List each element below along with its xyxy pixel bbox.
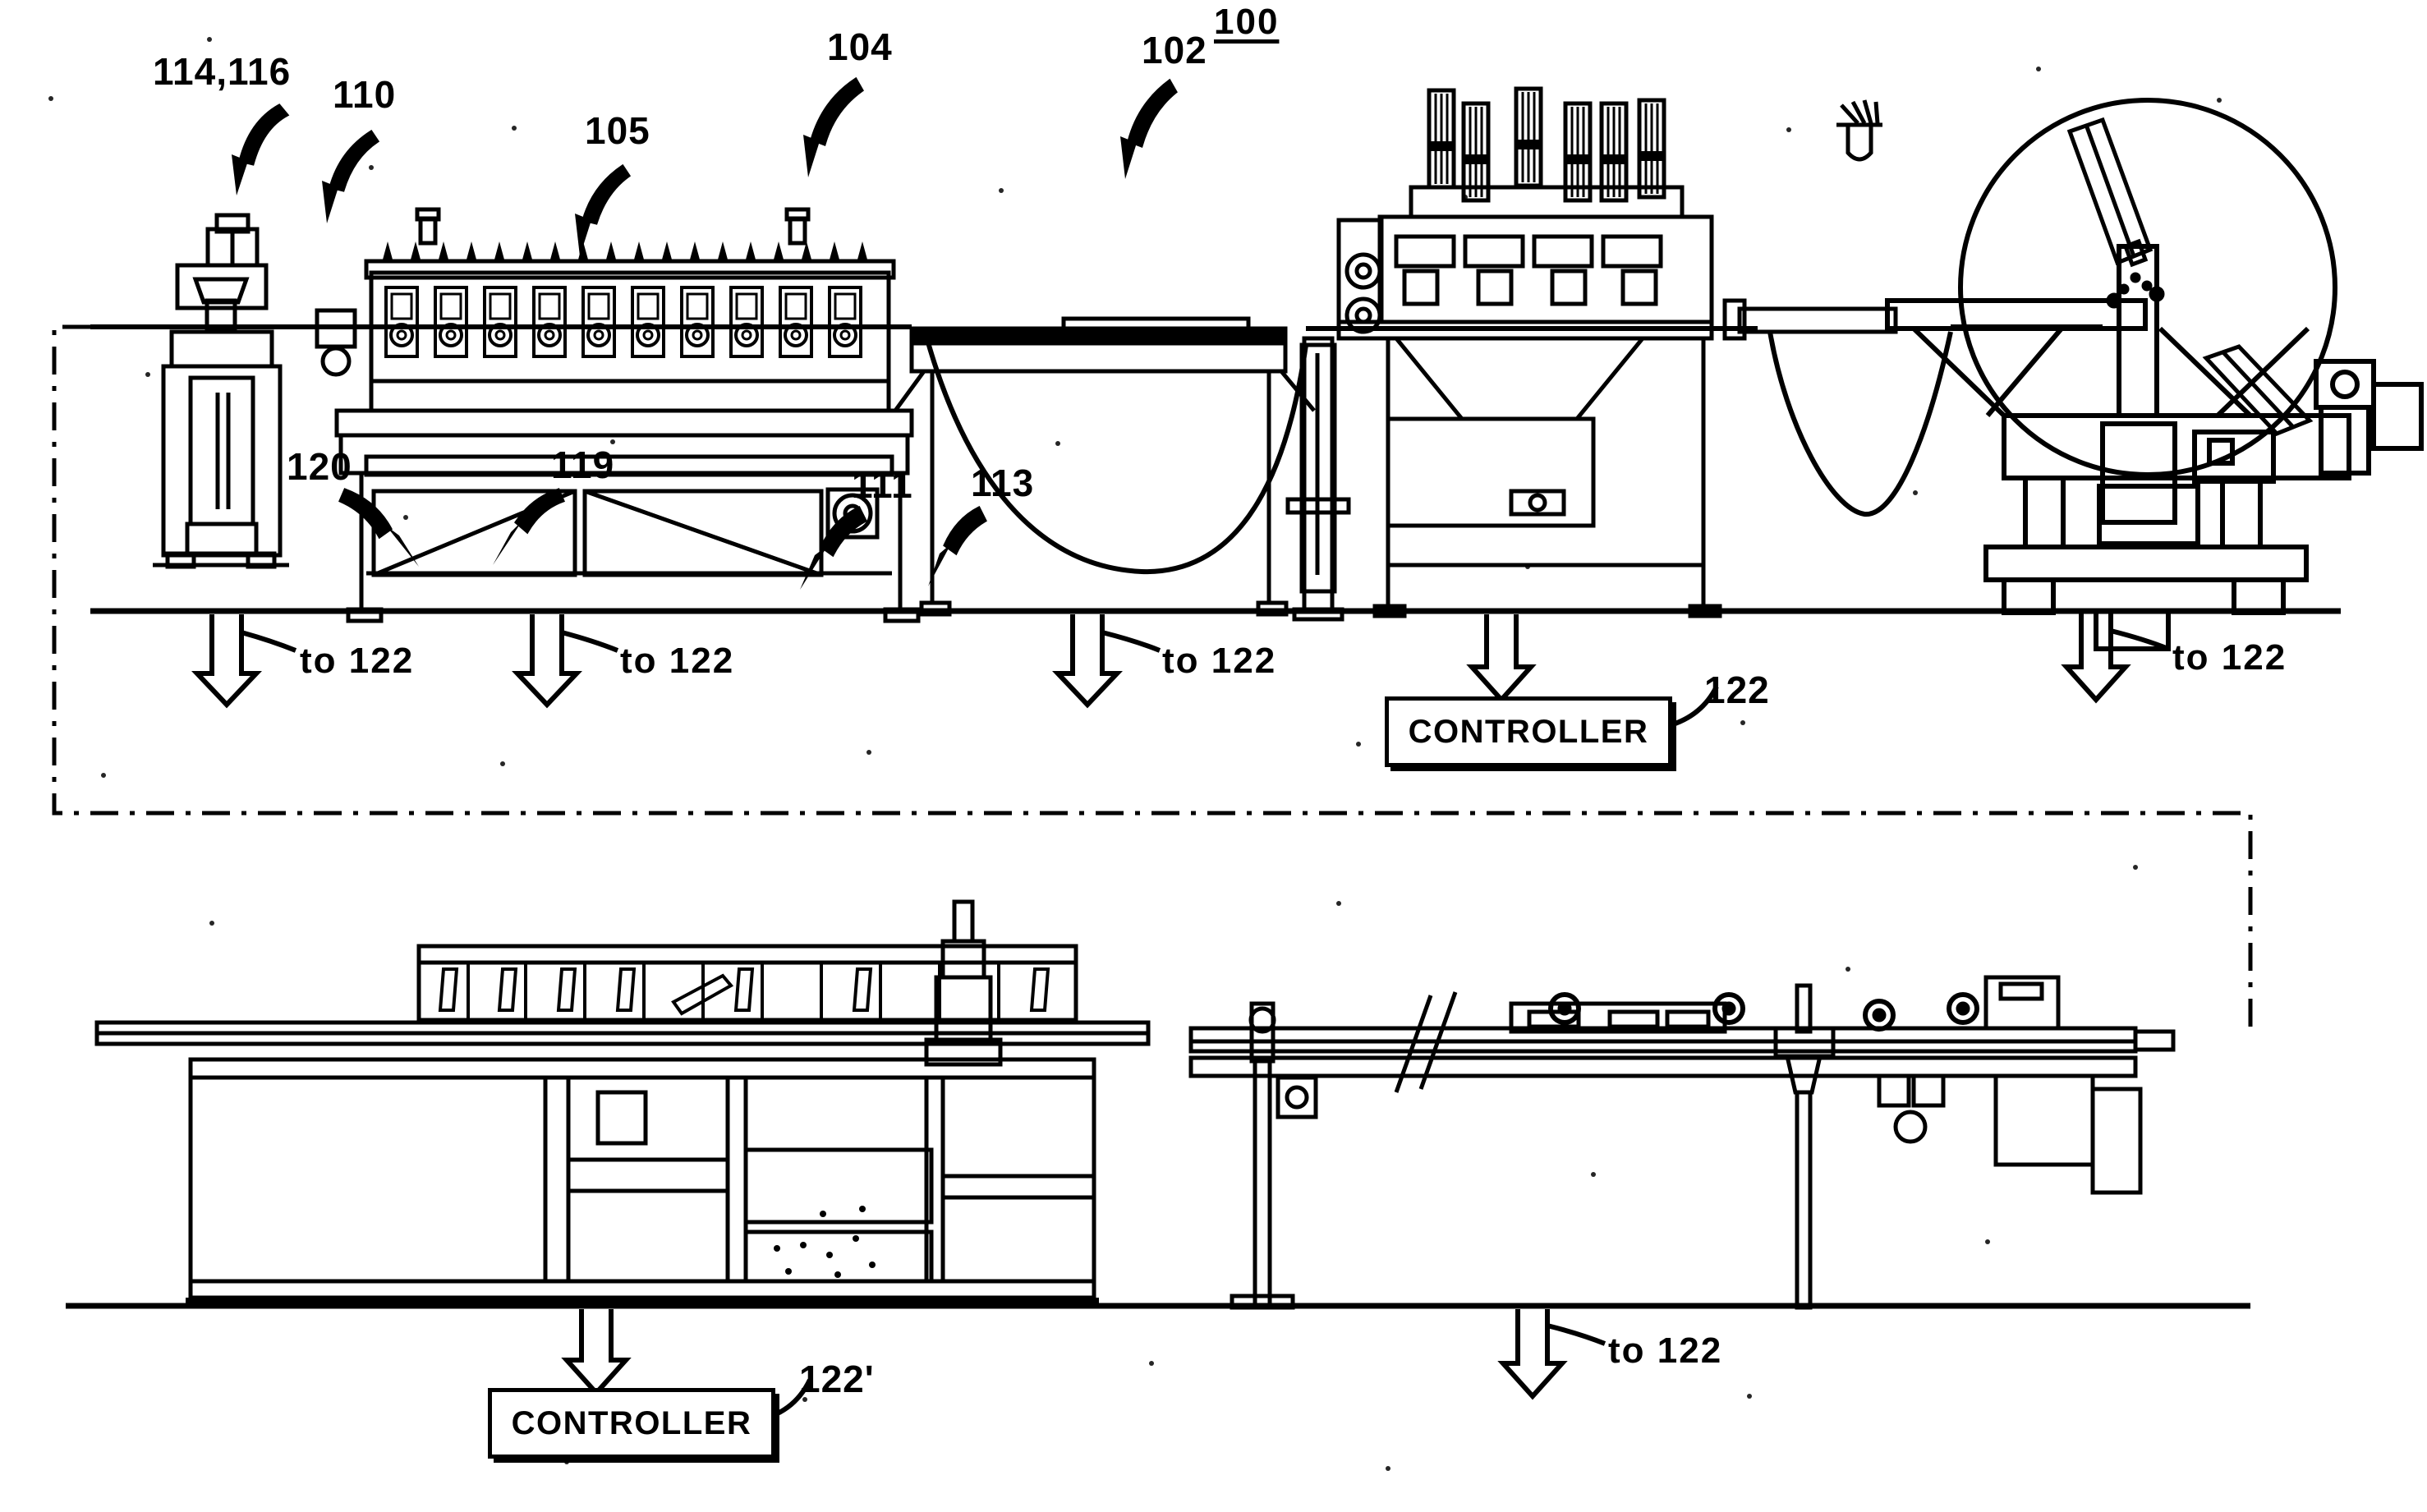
station-113-support-column xyxy=(1773,983,1977,1310)
figure-number: 100 xyxy=(1214,2,1280,42)
ref-numeral-113: 113 xyxy=(971,462,1035,504)
ref-numeral-122-prime: 122' xyxy=(799,1358,875,1400)
to-122-label-4: to 122 xyxy=(2172,637,2287,678)
lower-right-drive-unit xyxy=(1877,975,2176,1195)
controller-upper-label: CONTROLLER xyxy=(1408,713,1649,750)
to-122-label-1: to 122 xyxy=(300,641,415,681)
to-122-label-3: to 122 xyxy=(1162,641,1277,681)
ref-numeral-104: 104 xyxy=(827,25,893,68)
to-122-label-5: to 122 xyxy=(1608,1330,1723,1371)
station-120-conveyor-frame xyxy=(186,944,1099,1307)
ref-numeral-119: 119 xyxy=(551,443,615,486)
station-110-rollformer xyxy=(315,207,921,623)
station-119-actuator xyxy=(924,899,1003,1067)
drawing-linework xyxy=(48,37,2424,1471)
station-102-uncoiler xyxy=(1722,98,2424,651)
scan-speckle xyxy=(48,37,2225,1471)
station-111-carriage xyxy=(1509,995,1743,1034)
ref-numeral-114-116: 114,116 xyxy=(153,50,292,93)
ref-numeral-110: 110 xyxy=(333,73,397,116)
lamp-symbol xyxy=(1836,99,1882,162)
controller-box-upper[interactable]: CONTROLLER xyxy=(1385,696,1672,767)
controller-box-lower[interactable]: CONTROLLER xyxy=(488,1388,775,1459)
ref-numeral-122: 122 xyxy=(1704,669,1770,711)
ref-numeral-105: 105 xyxy=(585,109,650,152)
lower-conveyor-rail xyxy=(94,1020,2138,1078)
ref-numeral-120: 120 xyxy=(287,445,352,488)
patent-figure-canvas: 100 114,116 110 105 104 102 120 119 111 … xyxy=(0,0,2427,1512)
controller-lower-label: CONTROLLER xyxy=(511,1404,752,1441)
ref-numeral-111: 111 xyxy=(852,463,913,506)
to-122-arrow-group-lower xyxy=(561,1309,1607,1400)
station-104-cylinder-unit xyxy=(1292,89,1722,622)
strip-path-upper xyxy=(90,324,2103,575)
ref-numeral-102: 102 xyxy=(1142,29,1207,71)
station-114-116-press xyxy=(153,213,289,569)
to-122-label-2: to 122 xyxy=(620,641,735,681)
